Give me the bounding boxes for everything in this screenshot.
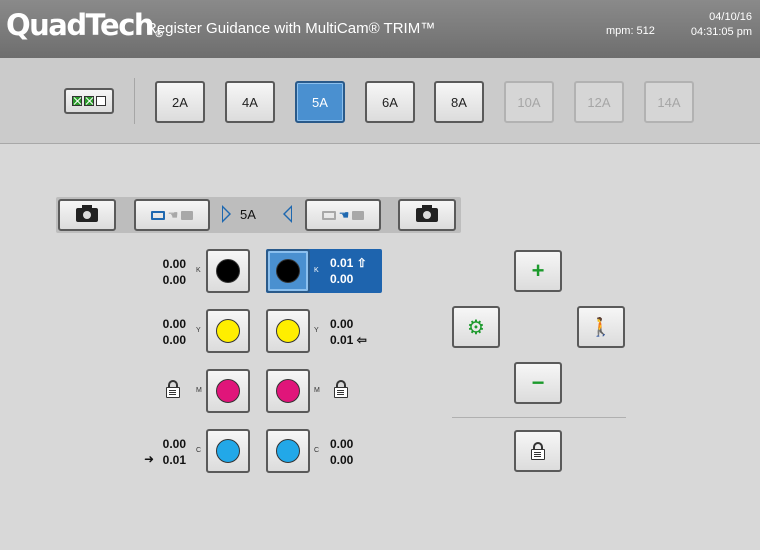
hand-icon: ☚: [167, 208, 179, 222]
camera-toolbar: ☚ ☚: [56, 197, 461, 233]
c-right-value-1: 0.00: [330, 437, 354, 451]
right-camera-button[interactable]: [398, 199, 456, 231]
c-right-values: 0.00 0.00: [330, 436, 353, 468]
increase-button[interactable]: +: [514, 250, 562, 292]
black-ink-icon: [216, 259, 240, 283]
unit-select-button[interactable]: [64, 88, 114, 114]
right-view-mode-button[interactable]: ☚: [305, 199, 381, 231]
tab-6a[interactable]: 6A: [365, 81, 415, 123]
tab-10a: 10A: [504, 81, 554, 123]
y-left-values: 0.00 0.00: [146, 316, 186, 348]
k-left-value-1: 0.00: [162, 257, 186, 271]
auto-settings-button[interactable]: ⚙: [452, 306, 500, 348]
minus-icon: −: [531, 370, 545, 395]
magenta-ink-icon: [276, 379, 300, 403]
y-right-value-2: 0.01: [330, 333, 354, 347]
operator-mode-button[interactable]: 🚶: [577, 306, 625, 348]
lock-icon: [531, 442, 545, 460]
speed-readout: mpm: 512: [606, 25, 655, 37]
checkbox-icon: [96, 96, 106, 106]
lock-icon: [334, 380, 348, 398]
tab-12a: 12A: [574, 81, 624, 123]
tab-2a[interactable]: 2A: [155, 81, 205, 123]
c-left-value-1: 0.00: [162, 437, 186, 451]
tab-4a[interactable]: 4A: [225, 81, 275, 123]
k-left-values: 0.00 0.00: [146, 256, 186, 288]
lock-button[interactable]: [514, 430, 562, 472]
cyan-ink-icon: [276, 439, 300, 463]
date: 04/10/16: [709, 11, 752, 23]
current-unit-label: 5A: [240, 207, 256, 222]
y-letter: Y: [196, 327, 201, 334]
k-right-value-2: 0.00: [330, 272, 354, 286]
hand-icon: ☚: [338, 208, 350, 222]
pointer-right-icon: [222, 205, 231, 223]
yellow-ink-icon: [216, 319, 240, 343]
y-letter: Y: [314, 327, 319, 334]
y-left-value-1: 0.00: [162, 317, 186, 331]
m-letter: M: [314, 387, 320, 394]
person-icon: 🚶: [589, 316, 613, 337]
unit-tab-bar: 2A 4A 5A 6A 8A 10A 12A 14A: [0, 58, 760, 144]
divider: [134, 78, 135, 124]
yellow-ink-icon: [276, 319, 300, 343]
c-letter: C: [196, 447, 202, 454]
c-left-button[interactable]: [206, 429, 250, 473]
left-view-mode-button[interactable]: ☚: [134, 199, 210, 231]
film-icon: [321, 210, 336, 220]
k-right-selected-panel[interactable]: K 0.01 ⇧ 0.00: [266, 249, 382, 293]
date-time: 04/10/16 04:31:05 pm: [691, 10, 752, 40]
y-left-button[interactable]: [206, 309, 250, 353]
pointer-left-icon: [283, 205, 292, 223]
gear-icon: ⚙: [467, 316, 485, 339]
decrease-button[interactable]: −: [514, 362, 562, 404]
y-right-values: 0.00 0.01 ⇦: [330, 316, 367, 348]
cyan-ink-icon: [216, 439, 240, 463]
tab-8a[interactable]: 8A: [434, 81, 484, 123]
time: 04:31:05 pm: [690, 26, 752, 38]
k-right-button[interactable]: [266, 249, 310, 293]
k-letter: K: [314, 267, 319, 274]
app-title: Register Guidance with MultiCam® TRIM™: [146, 20, 436, 37]
m-left-button[interactable]: [206, 369, 250, 413]
magenta-ink-icon: [216, 379, 240, 403]
y-left-value-2: 0.00: [162, 333, 186, 347]
y-right-button[interactable]: [266, 309, 310, 353]
left-camera-button[interactable]: [58, 199, 116, 231]
m-right-button[interactable]: [266, 369, 310, 413]
c-letter: C: [314, 447, 320, 454]
title-bar: QuadTech® Register Guidance with MultiCa…: [0, 0, 760, 58]
divider: [452, 417, 626, 418]
k-left-button[interactable]: [206, 249, 250, 293]
tab-5a[interactable]: 5A: [295, 81, 345, 123]
film-icon: [150, 210, 165, 220]
y-right-value-1: 0.00: [330, 317, 354, 331]
camera-icon: [76, 205, 98, 222]
tab-14a: 14A: [644, 81, 694, 123]
lock-icon: [166, 380, 180, 398]
c-right-value-2: 0.00: [330, 453, 354, 467]
black-ink-icon: [276, 259, 300, 283]
checkbox-icon: [72, 96, 82, 106]
camera-icon: [416, 205, 438, 222]
m-letter: M: [196, 387, 202, 394]
k-left-value-2: 0.00: [162, 273, 186, 287]
c-right-button[interactable]: [266, 429, 310, 473]
camera-icon: [181, 210, 194, 220]
plus-icon: +: [531, 258, 545, 283]
camera-icon: [352, 210, 365, 220]
up-arrow-icon: ⇧: [356, 256, 367, 270]
checkbox-icon: [84, 96, 94, 106]
k-right-value-1: 0.01: [330, 256, 354, 270]
left-arrow-icon: ⇦: [356, 333, 367, 347]
right-arrow-icon: ➜: [144, 452, 155, 466]
k-right-values: 0.01 ⇧ 0.00: [330, 255, 367, 287]
k-letter: K: [196, 267, 201, 274]
quadtech-logo: QuadTech®: [6, 8, 165, 42]
